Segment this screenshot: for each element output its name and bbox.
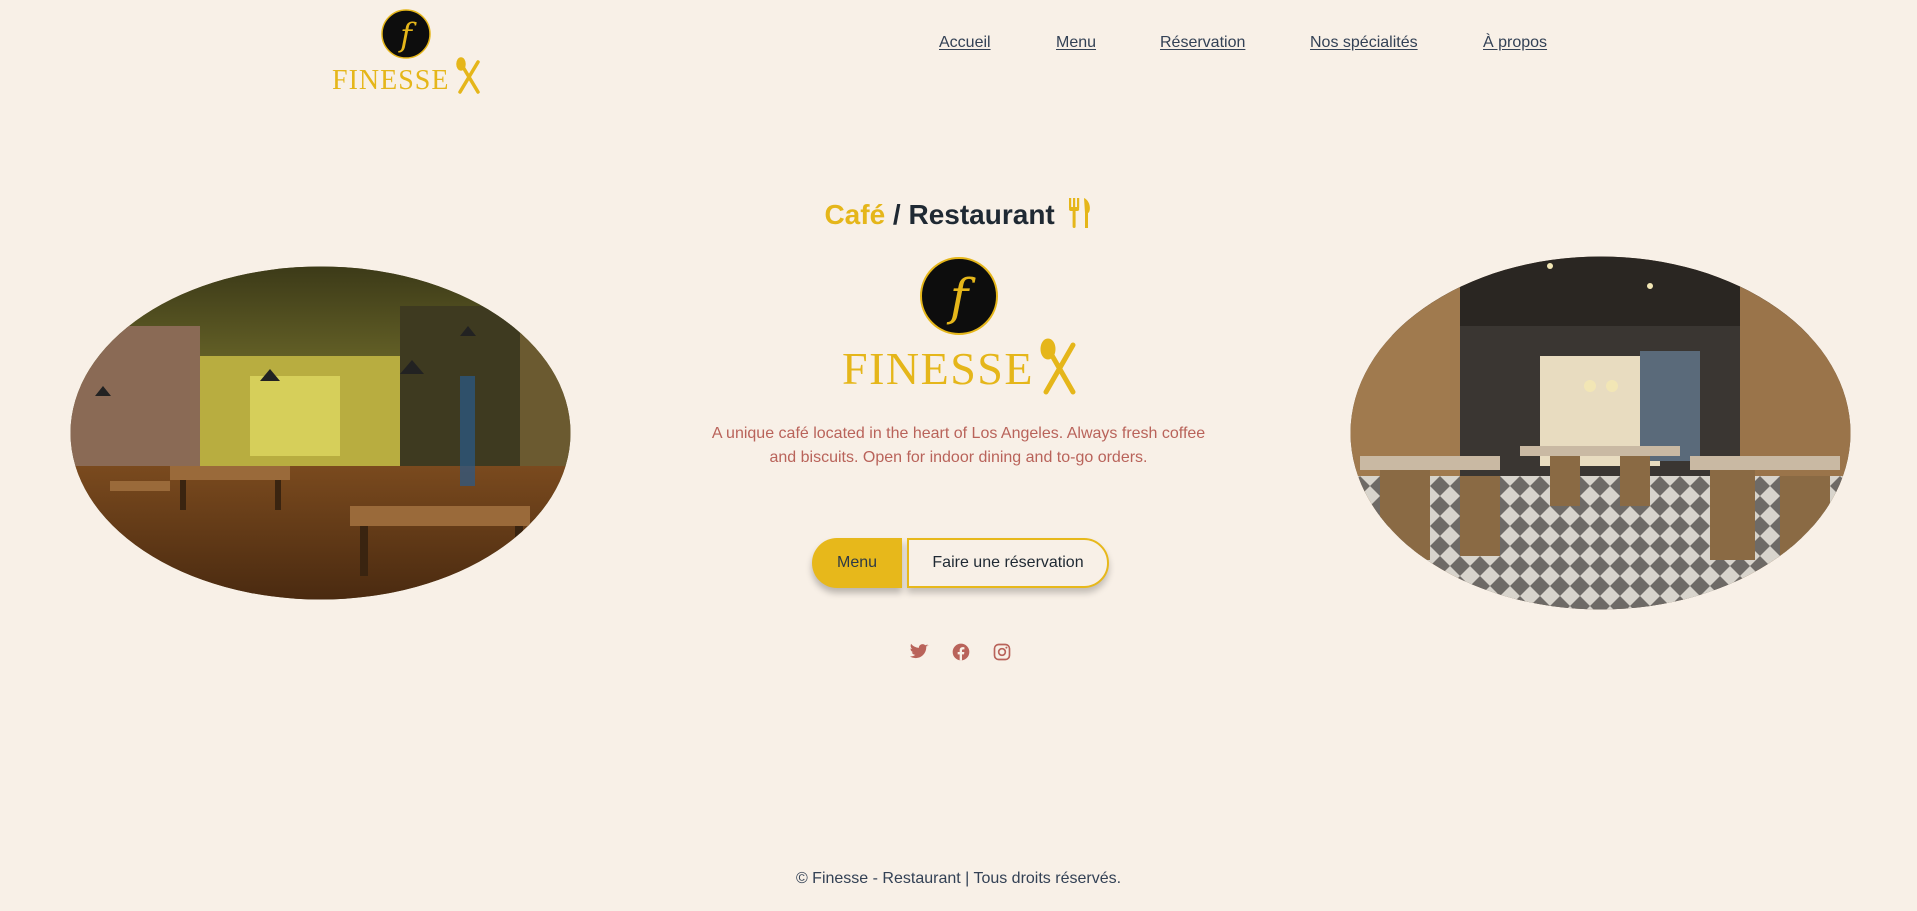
headline-rest: / Restaurant [885, 199, 1055, 230]
nav-link-reservation[interactable]: Réservation [1160, 34, 1245, 52]
logo-text: FINESSE [332, 65, 449, 96]
reservation-button[interactable]: Faire une réservation [907, 538, 1109, 588]
footer-copyright: © Finesse - Restaurant | Tous droits rés… [795, 870, 1122, 887]
hero-description: A unique café located in the heart of Lo… [711, 425, 1206, 466]
headline-accent: Café [824, 199, 886, 230]
restaurant-photo-right [1350, 256, 1851, 610]
facebook-icon[interactable] [951, 642, 971, 662]
nav-link-a-propos[interactable]: À propos [1483, 34, 1547, 52]
hero-logo-text: FINESSE [842, 343, 1034, 394]
fork-knife-icon [1068, 198, 1090, 228]
nav-link-accueil[interactable]: Accueil [939, 34, 991, 52]
menu-button[interactable]: Menu [812, 538, 902, 588]
nav-link-menu[interactable]: Menu [1056, 34, 1096, 52]
hero-logo: f FINESSE [842, 257, 1076, 395]
hero-headline: Café / Restaurant [0, 196, 1917, 234]
main-nav: Accueil Menu Réservation Nos spécialités… [0, 30, 1917, 60]
twitter-icon[interactable] [909, 642, 929, 662]
instagram-icon[interactable] [992, 642, 1012, 662]
hero-logo-fork-knife-icon [1040, 338, 1076, 395]
restaurant-photo-left [70, 266, 571, 600]
logo-fork-knife-icon [456, 57, 480, 94]
nav-link-specialites[interactable]: Nos spécialités [1310, 34, 1418, 52]
